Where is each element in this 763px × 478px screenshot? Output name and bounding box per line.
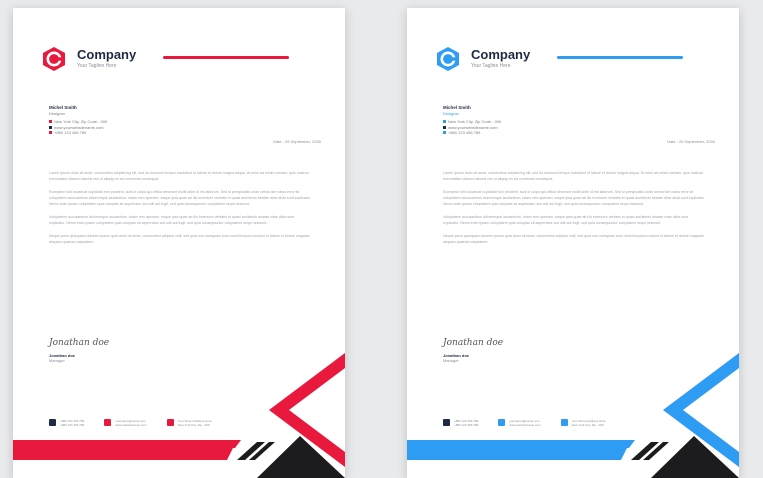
corner-decoration [407, 353, 739, 478]
letterhead-blue: Company Your Tagline Here Michel Smith D… [407, 8, 739, 478]
letterhead-red: Company Your Tagline Here Michel Smith D… [13, 8, 345, 478]
corner-decoration [13, 353, 345, 478]
